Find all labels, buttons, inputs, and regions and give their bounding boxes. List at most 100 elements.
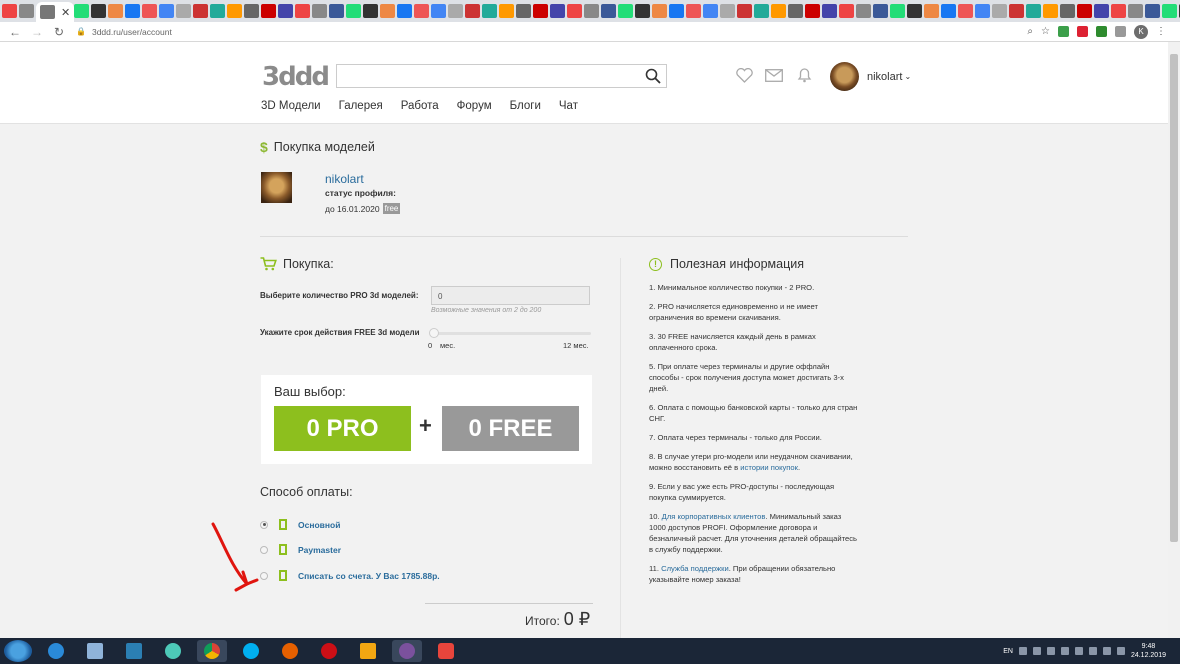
tab-favicon-icon[interactable] — [431, 4, 447, 18]
taskbar-opera-icon[interactable] — [314, 640, 344, 662]
info-item-link[interactable]: Служба поддержки — [661, 564, 729, 573]
zoom-icon[interactable]: ⌕ — [1027, 26, 1033, 37]
tab-favicon-icon[interactable] — [618, 4, 634, 18]
taskbar-skype-icon[interactable] — [236, 640, 266, 662]
tab-favicon-icon[interactable] — [19, 4, 34, 18]
tab-favicon-icon[interactable] — [193, 4, 209, 18]
tab-favicon-icon[interactable] — [329, 4, 345, 18]
tab-favicon-icon[interactable] — [176, 4, 192, 18]
tab-favicon-icon[interactable] — [244, 4, 260, 18]
messages-envelope-icon[interactable] — [765, 66, 783, 84]
tab-favicon-icon[interactable] — [907, 4, 923, 18]
tab-favicon-icon[interactable] — [584, 4, 600, 18]
tab-favicon-icon[interactable] — [159, 4, 175, 18]
tray-icon[interactable] — [1032, 647, 1041, 655]
taskbar-app-icon[interactable] — [119, 640, 149, 662]
tab-favicon-icon[interactable] — [720, 4, 736, 18]
term-slider-handle[interactable] — [429, 328, 439, 338]
taskbar-app-icon[interactable] — [158, 640, 188, 662]
tab-favicon-icon[interactable] — [295, 4, 311, 18]
chevron-down-icon[interactable]: ⌄ — [904, 72, 911, 81]
tab-favicon-icon[interactable] — [363, 4, 379, 18]
tab-favicon-icon[interactable] — [74, 4, 90, 18]
tab-favicon-icon[interactable] — [1009, 4, 1025, 18]
tab-favicon-icon[interactable] — [771, 4, 787, 18]
tab-favicon-icon[interactable] — [346, 4, 362, 18]
nav-forum[interactable]: Форум — [457, 100, 492, 112]
info-item-link[interactable]: истории покупок — [740, 463, 798, 472]
tab-favicon-icon[interactable] — [992, 4, 1008, 18]
tab-favicon-icon[interactable] — [1060, 4, 1076, 18]
tab-favicon-icon[interactable] — [856, 4, 872, 18]
tab-favicon-icon[interactable] — [1128, 4, 1144, 18]
tab-favicon-icon[interactable] — [1162, 4, 1178, 18]
tab-favicon-icon[interactable] — [686, 4, 702, 18]
tab-favicon-icon[interactable] — [516, 4, 532, 18]
payment-option-label[interactable]: Основной — [298, 520, 340, 530]
browser-profile-avatar[interactable]: K — [1134, 24, 1148, 39]
nav-jobs[interactable]: Работа — [401, 100, 439, 112]
tab-favicon-icon[interactable] — [142, 4, 158, 18]
tab-favicon-icon[interactable] — [550, 4, 566, 18]
nav-3d-models[interactable]: 3D Модели — [261, 100, 321, 112]
nav-blogs[interactable]: Блоги — [510, 100, 541, 112]
page-scrollbar[interactable] — [1168, 42, 1180, 638]
active-tab[interactable]: ✕ — [36, 2, 75, 22]
extension-icon[interactable] — [1058, 26, 1069, 37]
start-button[interactable] — [4, 640, 32, 662]
taskbar-archicad-icon[interactable] — [353, 640, 383, 662]
extension-icon[interactable] — [1115, 26, 1126, 37]
tab-favicon-icon[interactable] — [822, 4, 838, 18]
extension-icon[interactable] — [1077, 26, 1088, 37]
profile-name[interactable]: nikolart — [325, 172, 364, 186]
tab-favicon-icon[interactable] — [652, 4, 668, 18]
network-icon[interactable] — [1116, 647, 1125, 655]
favorites-heart-icon[interactable] — [735, 66, 753, 84]
browser-menu-icon[interactable]: ⋮ — [1156, 26, 1166, 37]
tab-favicon-icon[interactable] — [397, 4, 413, 18]
tray-icon[interactable] — [1060, 647, 1069, 655]
tab-favicon-icon[interactable] — [448, 4, 464, 18]
taskbar-firefox-icon[interactable] — [275, 640, 305, 662]
taskbar-ie-icon[interactable] — [41, 640, 71, 662]
tab-favicon-icon[interactable] — [754, 4, 770, 18]
nav-gallery[interactable]: Галерея — [339, 100, 383, 112]
tab-favicon-icon[interactable] — [788, 4, 804, 18]
tab-favicon-icon[interactable] — [941, 4, 957, 18]
tab-favicon-icon[interactable] — [975, 4, 991, 18]
tray-icon[interactable] — [1074, 647, 1083, 655]
tab-favicon-icon[interactable] — [669, 4, 685, 18]
tab-favicon-icon[interactable] — [414, 4, 430, 18]
tab-favicon-icon[interactable] — [533, 4, 549, 18]
tab-favicon-icon[interactable] — [1026, 4, 1042, 18]
language-indicator[interactable]: EN — [1003, 648, 1013, 655]
taskbar-app-icon[interactable] — [431, 640, 461, 662]
tab-favicon-icon[interactable] — [482, 4, 498, 18]
back-icon[interactable]: ← — [8, 25, 22, 39]
payment-option-balance[interactable]: Списать со счета. У Вас 1785.88р. — [260, 570, 440, 581]
tray-icon[interactable] — [1018, 647, 1027, 655]
site-logo[interactable]: 3ddd — [262, 62, 330, 92]
pro-quantity-input[interactable]: 0 — [431, 286, 590, 305]
taskbar-chrome-icon[interactable] — [197, 640, 227, 662]
tab-favicon-icon[interactable] — [210, 4, 226, 18]
tray-icon[interactable] — [1088, 647, 1097, 655]
avatar[interactable] — [830, 62, 859, 91]
tab-favicon-icon[interactable] — [1094, 4, 1110, 18]
tab-favicon-icon[interactable] — [635, 4, 651, 18]
tab-favicon-icon[interactable] — [1043, 4, 1059, 18]
tray-icon[interactable] — [1046, 647, 1055, 655]
nav-chat[interactable]: Чат — [559, 100, 578, 112]
search-icon[interactable] — [645, 68, 661, 84]
tab-favicon-icon[interactable] — [703, 4, 719, 18]
reload-icon[interactable]: ↻ — [52, 25, 66, 39]
tab-favicon-icon[interactable] — [261, 4, 277, 18]
tab-favicon-icon[interactable] — [278, 4, 294, 18]
tab-favicon-icon[interactable] — [1145, 4, 1161, 18]
tab-favicon-icon[interactable] — [567, 4, 583, 18]
tab-favicon-icon[interactable] — [890, 4, 906, 18]
username[interactable]: nikolart — [867, 71, 902, 83]
tab-favicon-icon[interactable] — [91, 4, 107, 18]
volume-icon[interactable] — [1102, 647, 1111, 655]
scrollbar-thumb[interactable] — [1170, 54, 1178, 542]
